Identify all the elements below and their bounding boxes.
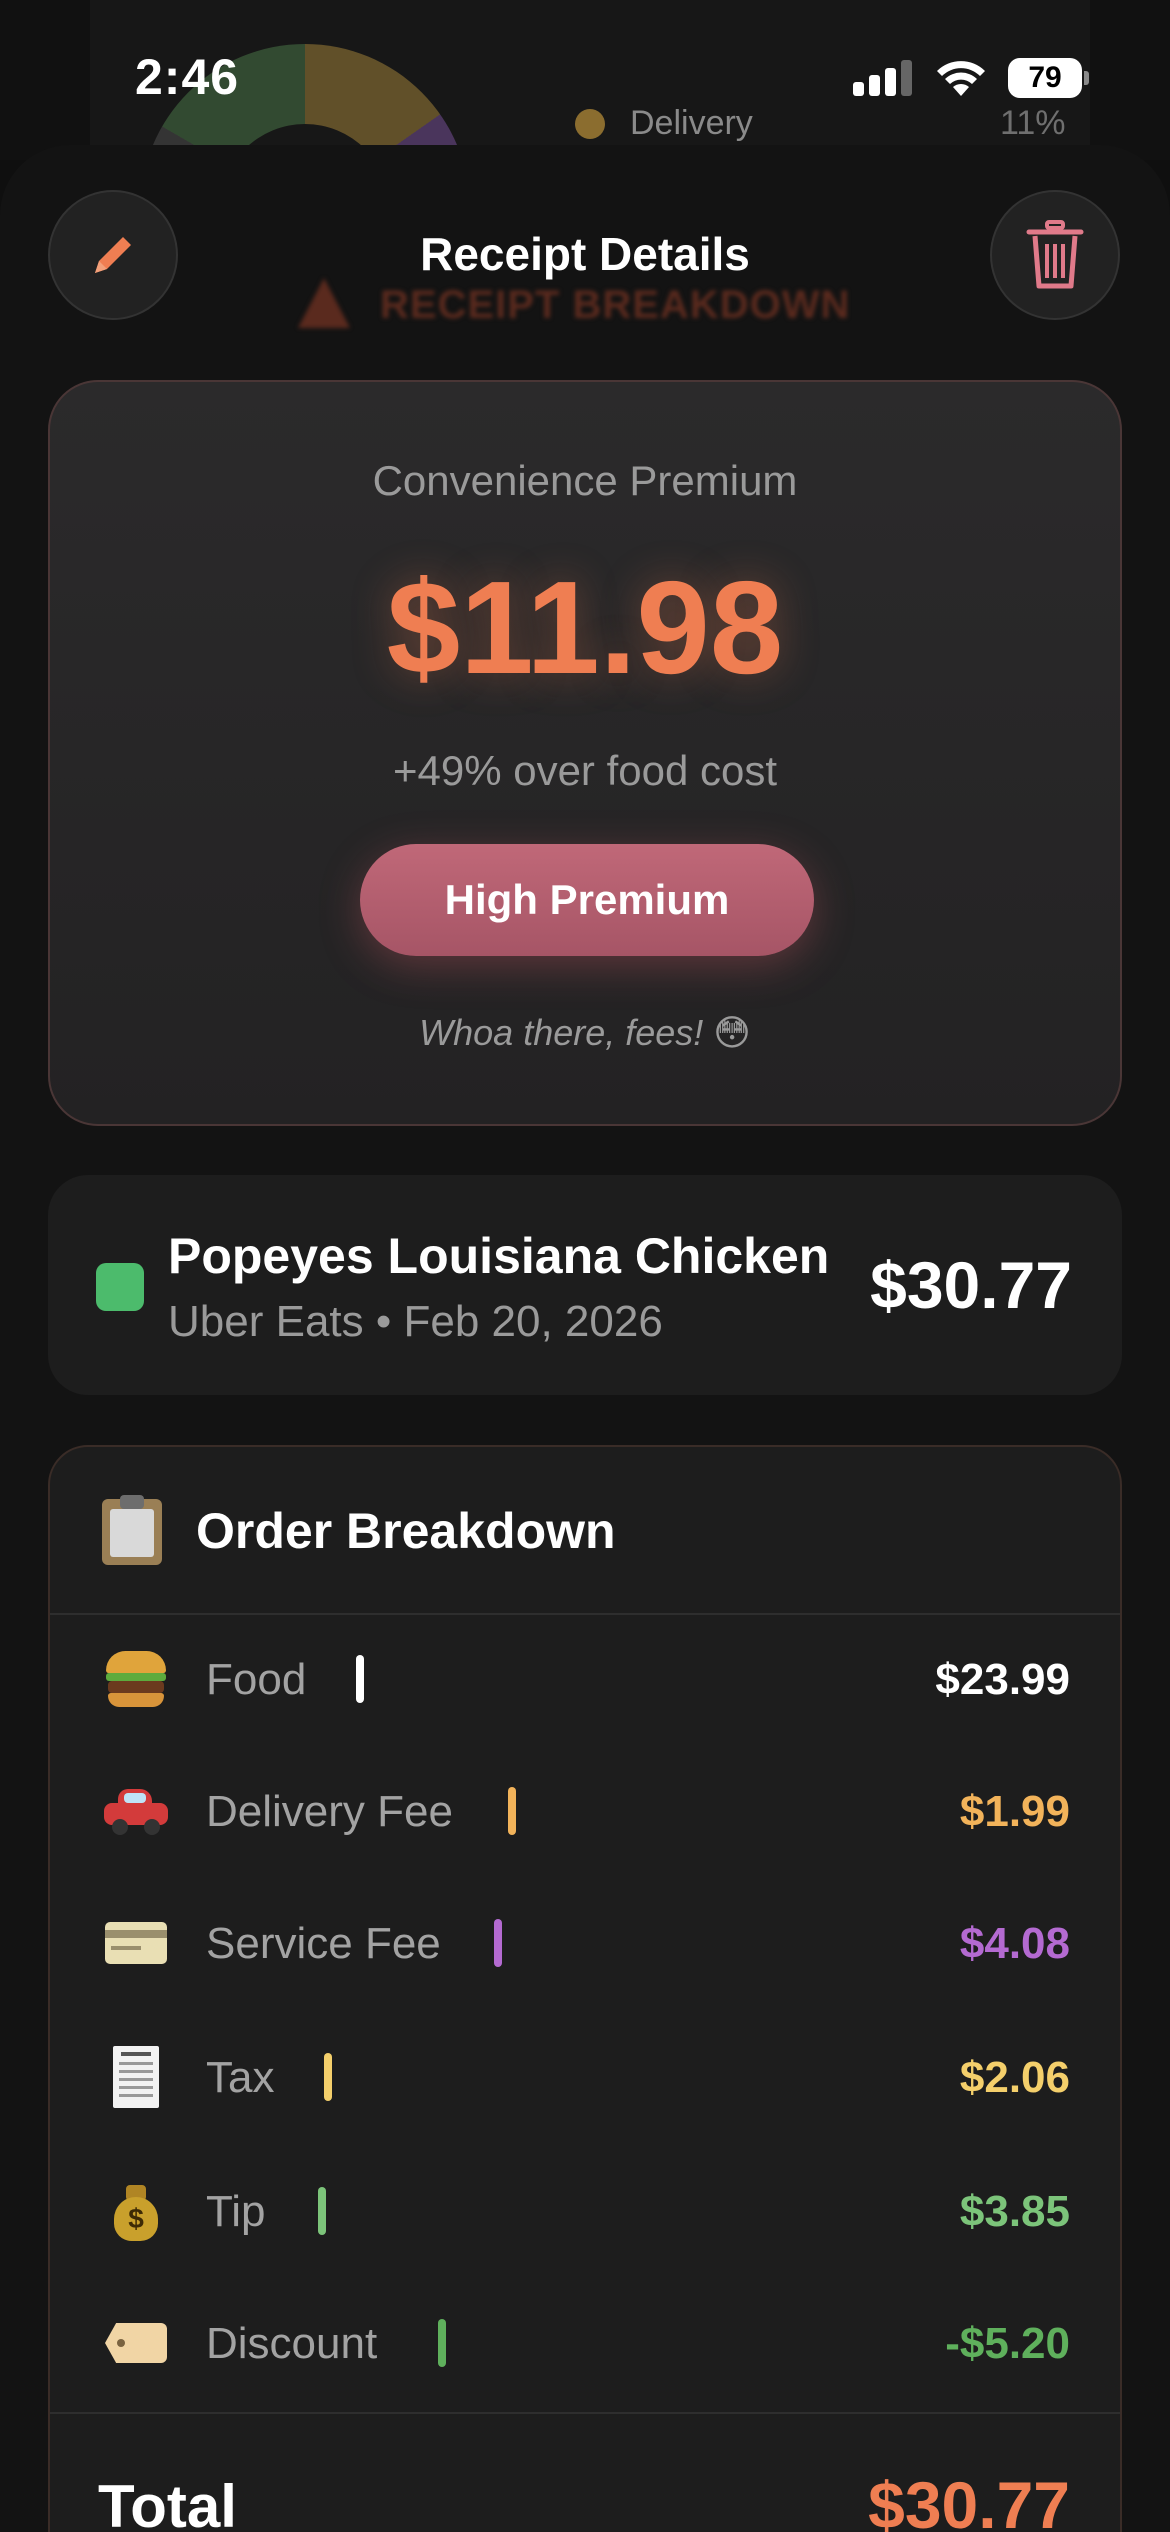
tag-icon (102, 2309, 170, 2377)
merchant-meta: Uber Eats • Feb 20, 2026 (168, 1297, 663, 1346)
wifi-icon (935, 58, 987, 98)
breakdown-row-tip: $ Tip $3.85 (50, 2147, 1120, 2279)
premium-amount: $11.98 (386, 554, 784, 701)
row-color-bar (508, 1787, 516, 1835)
premium-note: Whoa there, fees! 😳 (419, 1012, 751, 1053)
legend-percent: 11% (1000, 104, 1066, 142)
delete-button[interactable] (990, 190, 1120, 320)
order-breakdown-card: Order Breakdown Food $23.99 Delivery Fee… (48, 1445, 1122, 2532)
merchant-total: $30.77 (870, 1248, 1072, 1322)
premium-label: Convenience Premium (372, 457, 798, 504)
merchant-color-dot (96, 1263, 144, 1311)
row-value: $4.08 (959, 1919, 1070, 1968)
row-value: $1.99 (959, 1787, 1070, 1836)
row-label: Tip (206, 2187, 266, 2236)
row-label: Delivery Fee (206, 1787, 453, 1836)
trash-icon (1026, 220, 1084, 289)
breakdown-row-discount: Discount -$5.20 (50, 2279, 1120, 2411)
breakdown-row-food: Food $23.99 (50, 1615, 1120, 1747)
row-label: Service Fee (206, 1919, 441, 1968)
row-value: $2.06 (959, 2053, 1070, 2102)
premium-card: Convenience Premium $11.98 +49% over foo… (48, 380, 1122, 1126)
row-color-bar (318, 2187, 326, 2235)
row-value: $3.85 (959, 2187, 1070, 2236)
breakdown-row-service-fee: Service Fee $4.08 (50, 1879, 1120, 2011)
total-label: Total (98, 2473, 237, 2532)
breakdown-row-delivery-fee: Delivery Fee $1.99 (50, 1747, 1120, 1879)
legend-label: Delivery (630, 104, 753, 142)
breakdown-title: Order Breakdown (196, 1503, 616, 1559)
row-value: -$5.20 (945, 2319, 1070, 2368)
status-time: 2:46 (135, 49, 240, 105)
credit-card-icon (102, 1909, 170, 1977)
row-label: Tax (206, 2053, 275, 2102)
row-label: Discount (206, 2319, 378, 2368)
row-color-bar (494, 1919, 502, 1967)
row-color-bar (356, 1655, 364, 1703)
money-bag-icon: $ (102, 2177, 170, 2245)
legend-dot (575, 109, 605, 139)
premium-badge: High Premium (360, 844, 814, 956)
breakdown-row-tax: Tax $2.06 (50, 2013, 1120, 2145)
row-value: $23.99 (935, 1655, 1070, 1704)
signal-icon (853, 60, 915, 96)
car-icon (102, 1777, 170, 1845)
burger-icon (102, 1645, 170, 1713)
row-color-bar (438, 2319, 446, 2367)
total-value: $30.77 (868, 2468, 1070, 2532)
premium-subtitle: +49% over food cost (392, 747, 778, 794)
merchant-name: Popeyes Louisiana Chicken (168, 1228, 830, 1284)
breakdown-header: Order Breakdown (50, 1447, 1120, 1615)
row-label: Food (206, 1655, 307, 1704)
total-divider (50, 2412, 1120, 2414)
row-color-bar (324, 2053, 332, 2101)
clipboard-icon (102, 1495, 162, 1565)
merchant-card[interactable]: Popeyes Louisiana Chicken Uber Eats • Fe… (48, 1175, 1122, 1395)
battery-level: 79 (1028, 61, 1062, 94)
ghost-section-title: RECEIPT BREAKDOWN (380, 283, 851, 327)
receipt-icon (102, 2043, 170, 2111)
warning-icon (298, 278, 350, 328)
battery-icon: 79 (1008, 58, 1089, 98)
